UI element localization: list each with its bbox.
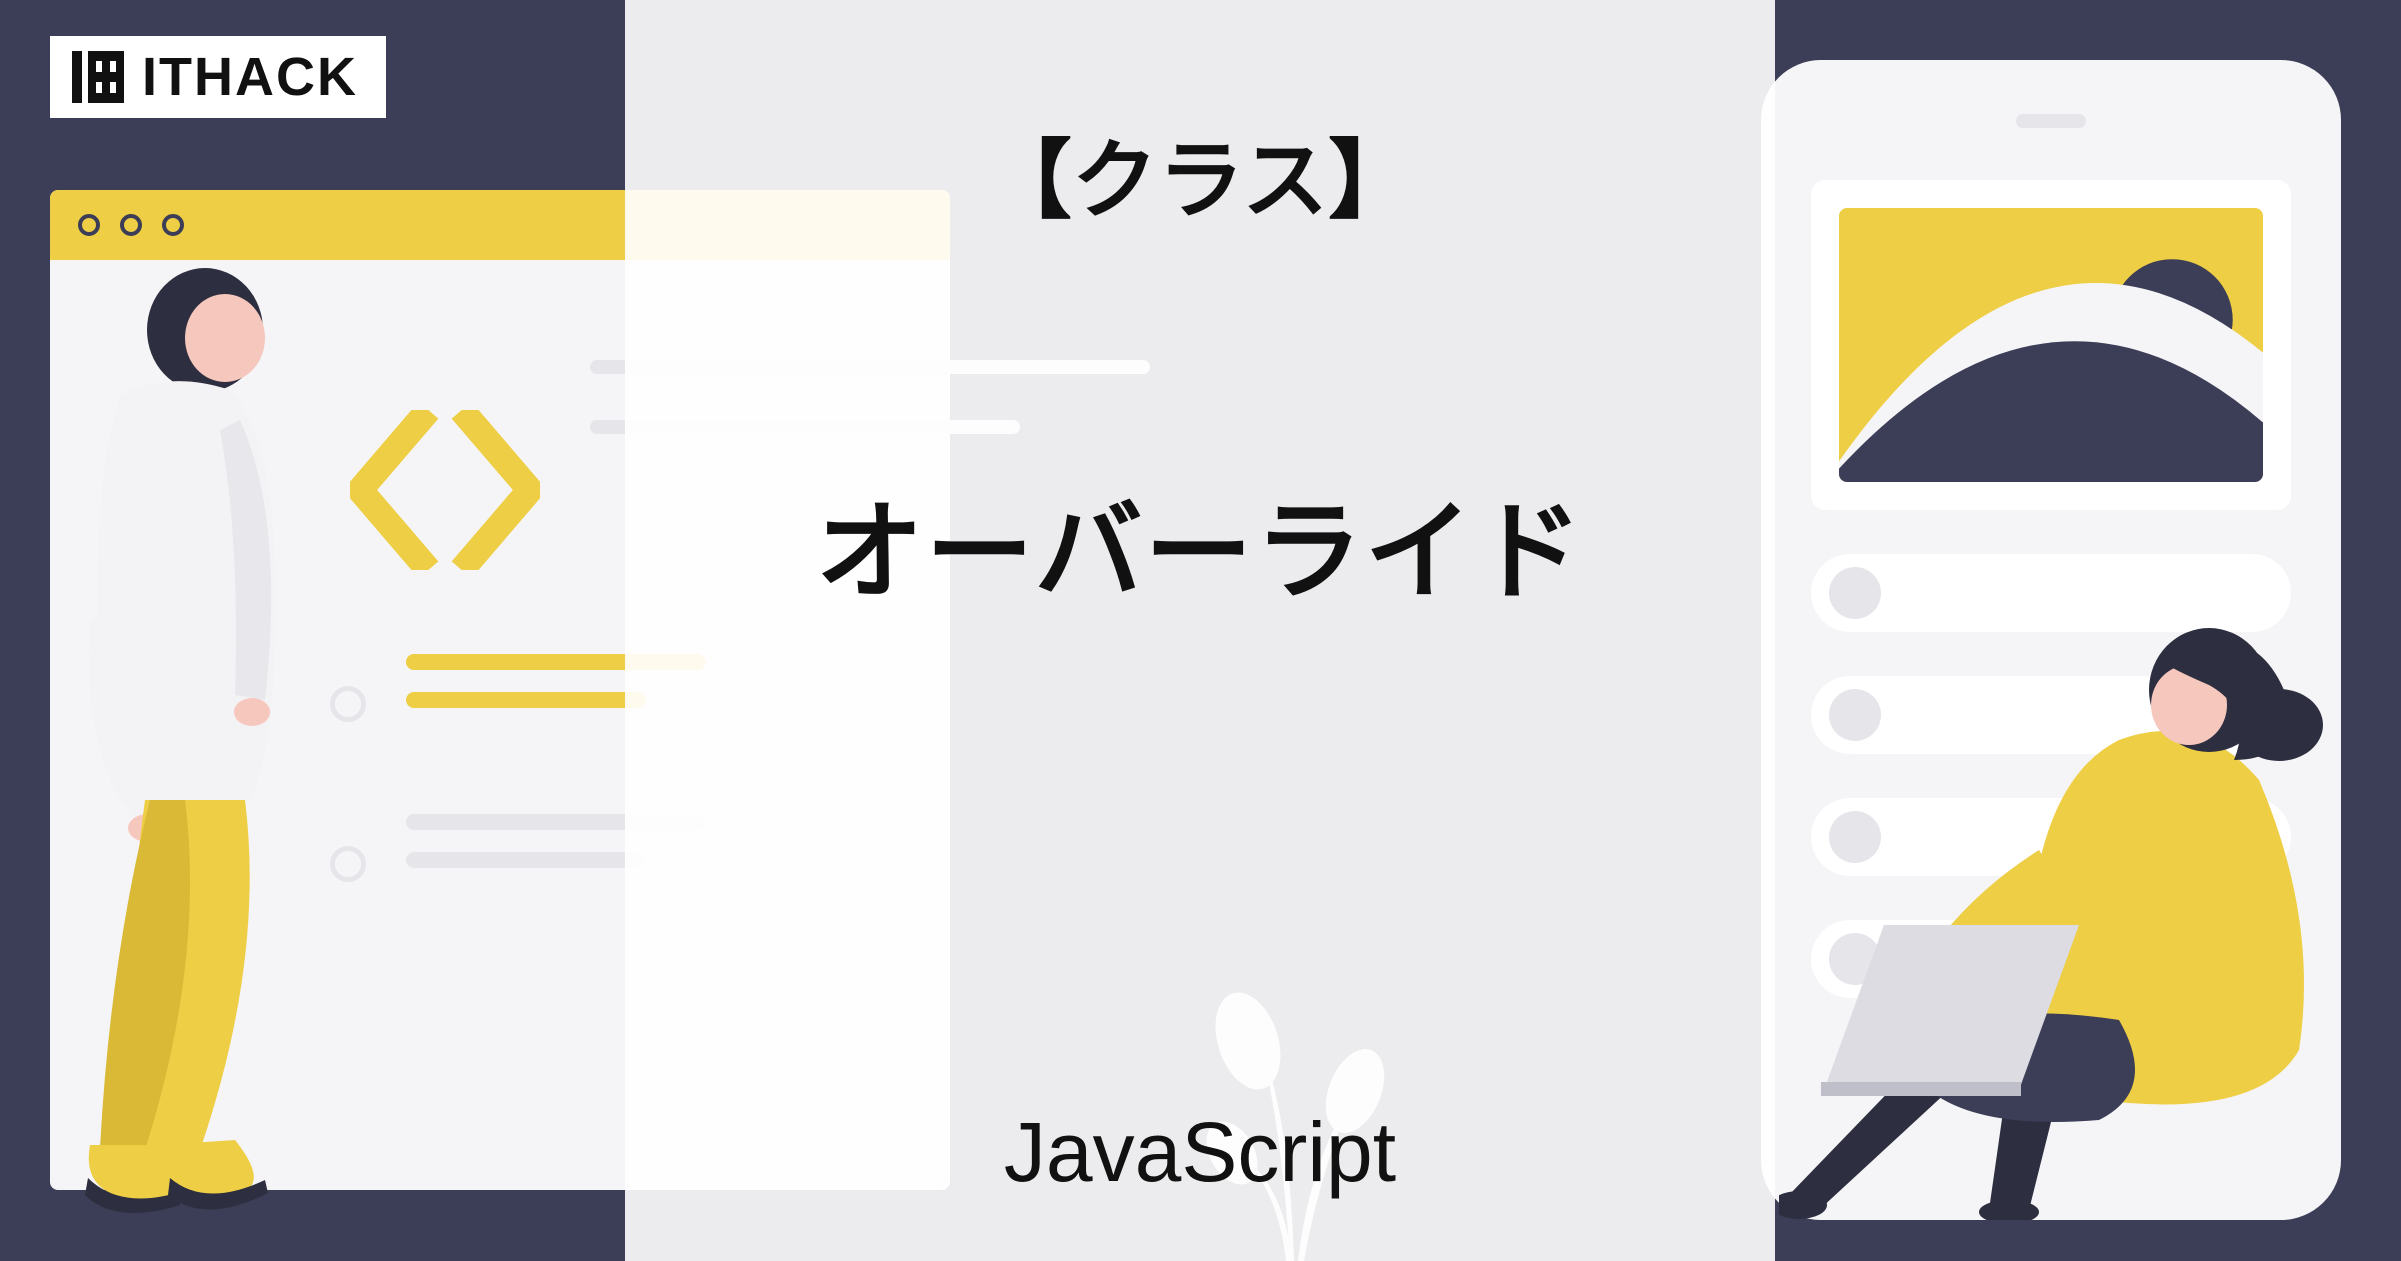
window-dot-icon — [120, 214, 142, 236]
bullet-icon — [330, 846, 366, 882]
card-footer: JavaScript — [1004, 1104, 1396, 1201]
landscape-icon — [1839, 208, 2263, 482]
angle-brackets-icon — [350, 410, 540, 570]
placeholder-line — [406, 852, 646, 868]
card-title: オーバーライド — [816, 465, 1585, 621]
card-subtitle: 【クラス】 — [986, 110, 1414, 235]
placeholder-line — [406, 692, 646, 708]
logo-badge: ITHACK — [50, 36, 386, 118]
bullet-icon — [330, 686, 366, 722]
window-dot-icon — [162, 214, 184, 236]
logo-text: ITHACK — [142, 46, 358, 108]
phone-image-card — [1811, 180, 2291, 510]
standing-person-illustration — [30, 260, 330, 1220]
sitting-person-illustration — [1779, 620, 2399, 1220]
title-card: 【クラス】 オーバーライド JavaScript — [625, 0, 1775, 1261]
ithack-logo-icon — [68, 47, 128, 107]
window-dot-icon — [78, 214, 100, 236]
